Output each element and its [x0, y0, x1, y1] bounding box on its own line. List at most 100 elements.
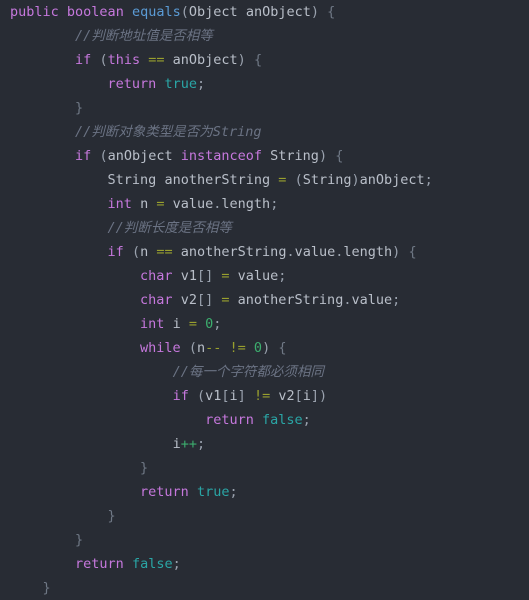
code-token: []	[196, 268, 214, 284]
code-token: }	[140, 460, 149, 476]
code-token: n	[140, 244, 149, 260]
code-token: !=	[229, 340, 246, 356]
code-token: ;	[196, 76, 206, 92]
code-line[interactable]: }	[0, 456, 529, 480]
code-token: this	[107, 52, 141, 68]
code-token: )	[262, 340, 271, 356]
code-token: anotherString	[237, 292, 344, 308]
code-line[interactable]: return true;	[0, 72, 529, 96]
code-line[interactable]: int i = 0;	[0, 312, 529, 336]
code-line[interactable]: char v1[] = value;	[0, 264, 529, 288]
code-line[interactable]: }	[0, 96, 529, 120]
code-token: n	[196, 340, 206, 356]
code-token: }	[75, 532, 84, 548]
code-token: boolean	[66, 4, 124, 20]
code-token: ;	[302, 412, 311, 428]
code-token: false	[262, 412, 303, 428]
code-text-surface[interactable]: public boolean equals(Object anObject) {…	[0, 0, 529, 600]
code-line[interactable]: //每一个字符都必须相同	[0, 360, 529, 384]
code-token: value	[294, 244, 336, 260]
code-token: instanceof	[180, 148, 263, 164]
code-line[interactable]: if (n == anotherString.value.length) {	[0, 240, 529, 264]
code-token: ;	[278, 268, 287, 284]
code-line[interactable]: //判断长度是否相等	[0, 216, 529, 240]
code-token: //每一个字符都必须相同	[172, 364, 324, 380]
code-line[interactable]: if (anObject instanceof String) {	[0, 144, 529, 168]
code-token: anotherString	[180, 244, 287, 260]
code-token: =	[221, 292, 230, 308]
code-token: }	[75, 100, 84, 116]
code-token: =	[156, 196, 165, 212]
code-line[interactable]: i++;	[0, 432, 529, 456]
code-line[interactable]: }	[0, 528, 529, 552]
code-line[interactable]: char v2[] = anotherString.value;	[0, 288, 529, 312]
code-line[interactable]: }	[0, 504, 529, 528]
code-token: {	[327, 4, 336, 20]
code-line[interactable]: return false;	[0, 408, 529, 432]
code-line[interactable]: while (n-- != 0) {	[0, 336, 529, 360]
code-line[interactable]: public boolean equals(Object anObject) {	[0, 0, 529, 24]
code-line[interactable]: //判断地址值是否相等	[0, 24, 529, 48]
code-token: anotherString	[164, 172, 271, 188]
code-line[interactable]: return true;	[0, 480, 529, 504]
code-token: [	[221, 388, 230, 404]
code-line[interactable]: //判断对象类型是否为String	[0, 120, 529, 144]
code-token: ==	[156, 244, 173, 260]
code-line[interactable]: return false;	[0, 552, 529, 576]
code-token: int	[140, 316, 165, 332]
code-token: ;	[270, 196, 279, 212]
code-token: i	[302, 388, 311, 404]
code-token: v2	[278, 388, 295, 404]
code-line[interactable]: if (this == anObject) {	[0, 48, 529, 72]
code-token: {	[335, 148, 344, 164]
code-token: (	[99, 52, 108, 68]
code-line[interactable]: if (v1[i] != v2[i])	[0, 384, 529, 408]
code-token: (	[180, 4, 189, 20]
code-line[interactable]: int n = value.length;	[0, 192, 529, 216]
code-line[interactable]: }	[0, 576, 529, 600]
code-token: (	[196, 388, 206, 404]
code-editor-viewport[interactable]: public boolean equals(Object anObject) {…	[0, 0, 529, 596]
code-line[interactable]: String anotherString = (String)anObject;	[0, 168, 529, 192]
code-token: false	[131, 556, 173, 572]
code-token: ;	[392, 292, 401, 308]
code-token: ==	[148, 52, 165, 68]
code-token: (	[131, 244, 141, 260]
code-token: if	[75, 148, 92, 164]
code-token: length	[343, 244, 393, 260]
code-token: value	[237, 268, 279, 284]
code-token: anObject	[245, 4, 311, 20]
code-token: )	[318, 148, 328, 164]
